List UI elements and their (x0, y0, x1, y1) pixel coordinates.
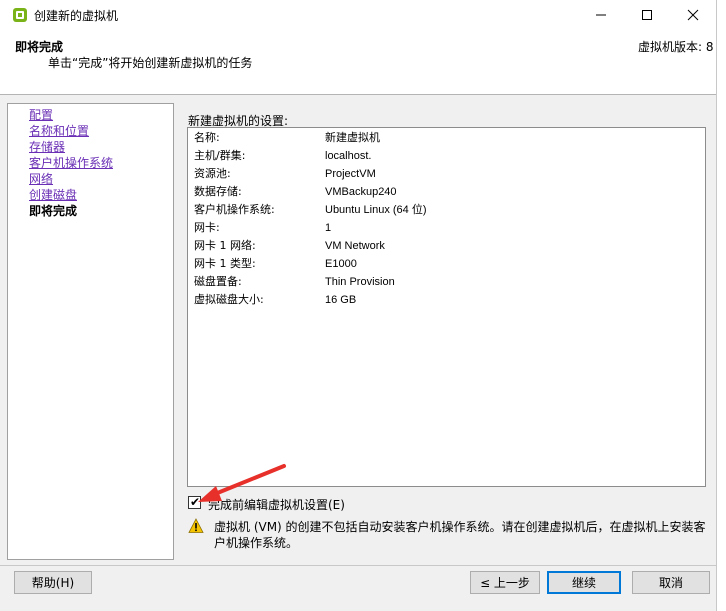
nav-step-network[interactable]: 网络 (29, 171, 53, 187)
setting-value: 新建虚拟机 (325, 132, 380, 144)
wizard-steps-nav: 配置 名称和位置 存储器 客户机操作系统 网络 创建磁盘 即将完成 (7, 103, 174, 560)
page-title: 即将完成 (15, 40, 64, 54)
settings-row: 网卡 1 网络: VM Network (194, 237, 694, 255)
setting-key: 客户机操作系统: (194, 203, 275, 216)
warning-icon (188, 518, 204, 533)
vm-version-label: 虚拟机版本: 8 (638, 40, 714, 54)
setting-key: 网卡: (194, 221, 220, 234)
create-vm-dialog: 创建新的虚拟机 即将完成 单击“完成”将开始创建新虚拟机的任务 虚拟机版本: 8… (0, 0, 717, 611)
settings-row: 虚拟磁盘大小: 16 GB (194, 291, 694, 309)
setting-value: VM Network (325, 240, 385, 252)
nav-step-create-disk[interactable]: 创建磁盘 (29, 187, 77, 203)
maximize-icon (642, 10, 652, 20)
settings-row: 名称: 新建虚拟机 (194, 129, 694, 147)
settings-row: 客户机操作系统: Ubuntu Linux (64 位) (194, 201, 694, 219)
setting-value: 16 GB (325, 294, 357, 306)
nav-step-configuration[interactable]: 配置 (29, 107, 53, 123)
close-icon (687, 9, 699, 21)
guest-os-warning-text: 虚拟机 (VM) 的创建不包括自动安装客户机操作系统。请在创建虚拟机后，在虚拟机… (214, 520, 706, 550)
close-button[interactable] (670, 0, 716, 30)
vmware-app-icon (13, 8, 27, 22)
red-arrow-annotation-icon (198, 464, 286, 502)
setting-value: Ubuntu Linux (64 位) (325, 204, 427, 216)
maximize-button[interactable] (624, 0, 670, 30)
settings-row: 网卡 1 类型: E1000 (194, 255, 694, 273)
setting-key: 网卡 1 网络: (194, 239, 256, 252)
window-title: 创建新的虚拟机 (34, 9, 119, 23)
setting-key: 磁盘置备: (194, 275, 242, 288)
nav-step-guest-os[interactable]: 客户机操作系统 (29, 155, 113, 171)
wizard-header: 即将完成 单击“完成”将开始创建新虚拟机的任务 虚拟机版本: 8 (0, 30, 716, 95)
nav-step-name-location[interactable]: 名称和位置 (29, 123, 89, 139)
back-button[interactable]: ≤ 上一步 (470, 571, 540, 594)
setting-value: E1000 (325, 258, 357, 270)
setting-value: ProjectVM (325, 168, 376, 180)
title-bar[interactable]: 创建新的虚拟机 (0, 0, 716, 30)
setting-key: 主机/群集: (194, 149, 246, 162)
minimize-button[interactable] (578, 0, 624, 30)
setting-value: 1 (325, 222, 332, 234)
setting-key: 资源池: (194, 167, 231, 180)
settings-row: 主机/群集: localhost. (194, 147, 694, 165)
continue-button[interactable]: 继续 (547, 571, 621, 594)
page-subtitle: 单击“完成”将开始创建新虚拟机的任务 (48, 56, 253, 70)
nav-step-storage[interactable]: 存储器 (29, 139, 65, 155)
nav-step-ready-to-complete: 即将完成 (29, 204, 78, 218)
setting-value: VMBackup240 (325, 186, 397, 198)
setting-value: Thin Provision (325, 276, 395, 288)
settings-row: 数据存储: VMBackup240 (194, 183, 694, 201)
button-divider (0, 565, 716, 566)
settings-row: 网卡: 1 (194, 219, 694, 237)
setting-value: localhost. (325, 150, 372, 162)
setting-key: 数据存储: (194, 185, 242, 198)
cancel-button[interactable]: 取消 (632, 571, 710, 594)
help-button[interactable]: 帮助(H) (14, 571, 92, 594)
settings-summary-box[interactable]: 名称: 新建虚拟机 主机/群集: localhost. 资源池: Project… (187, 127, 706, 487)
settings-row: 磁盘置备: Thin Provision (194, 273, 694, 291)
minimize-icon (596, 14, 606, 16)
setting-key: 网卡 1 类型: (194, 257, 256, 270)
setting-key: 名称: (194, 131, 220, 144)
setting-key: 虚拟磁盘大小: (194, 293, 264, 306)
settings-row: 资源池: ProjectVM (194, 165, 694, 183)
